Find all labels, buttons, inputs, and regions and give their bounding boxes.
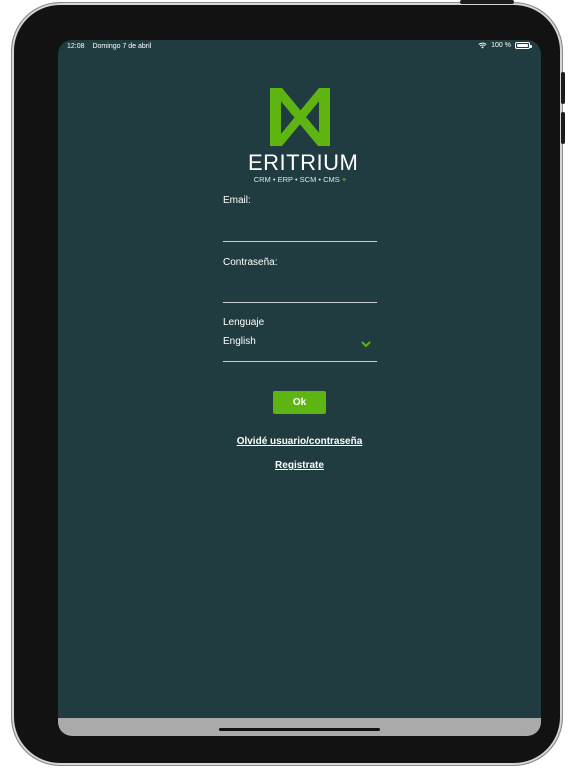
power-button [460, 0, 514, 4]
status-left: 12:08 Domingo 7 de abril [67, 43, 157, 50]
email-label: Email: [223, 195, 251, 206]
app-screen: 12:08 Domingo 7 de abril 100 % ERITRIUM … [58, 40, 541, 736]
language-value: English [223, 336, 256, 347]
ok-button[interactable]: Ok [273, 391, 326, 414]
brand-tagline-plus: + [341, 175, 347, 184]
brand-name: ERITRIUM [248, 150, 359, 175]
language-select[interactable]: English [223, 334, 377, 362]
status-date: Domingo 7 de abril [92, 43, 152, 50]
volume-up-button [561, 72, 565, 104]
register-link[interactable]: Registrate [58, 460, 541, 471]
home-bar-area [58, 718, 541, 736]
status-bar: 12:08 Domingo 7 de abril 100 % [58, 40, 541, 54]
battery-icon [515, 42, 532, 49]
volume-down-button [561, 112, 565, 144]
password-label: Contraseña: [223, 257, 278, 268]
eritrium-logo: ERITRIUM CRM • ERP • SCM • CMS + [248, 88, 359, 188]
forgot-credentials-link[interactable]: Olvidé usuario/contraseña [58, 436, 541, 447]
status-right: 100 % [478, 42, 532, 49]
tablet-frame: 12:08 Domingo 7 de abril 100 % ERITRIUM … [12, 3, 562, 765]
logo-mark-icon [270, 88, 330, 146]
battery-percent: 100 % [491, 42, 511, 49]
chevron-down-icon [361, 341, 371, 348]
password-field[interactable] [223, 280, 377, 303]
brand-tagline-text: CRM • ERP • SCM • CMS [253, 175, 340, 184]
email-field[interactable] [223, 219, 377, 242]
language-label: Lenguaje [223, 317, 265, 328]
wifi-icon [478, 42, 487, 49]
status-time: 12:08 [67, 43, 85, 50]
brand-tagline: CRM • ERP • SCM • CMS + [248, 175, 352, 184]
home-indicator[interactable] [219, 728, 380, 731]
